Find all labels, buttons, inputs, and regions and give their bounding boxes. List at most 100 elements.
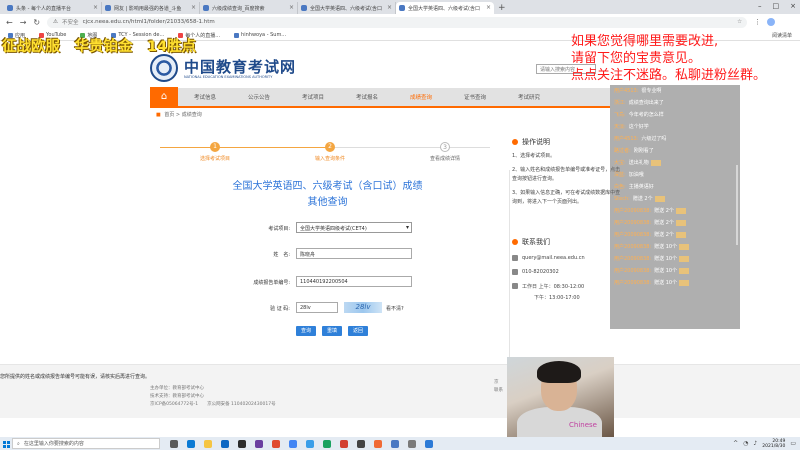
avatar[interactable]: [767, 18, 776, 26]
chat-username[interactable]: 用户20090838:: [614, 232, 651, 238]
chat-message: 用户20090838: 赠送 10个: [610, 253, 740, 265]
minimize-icon[interactable]: –: [758, 2, 762, 10]
chat-username[interactable]: 大宝:: [614, 160, 626, 166]
close-icon[interactable]: ×: [289, 4, 294, 11]
nav-item[interactable]: 考试信息: [178, 93, 232, 101]
browser-tab[interactable]: 网友 | 影响用最强的各道_斗鱼 ×: [102, 2, 200, 14]
chat-text: 今年考的怎么样: [628, 112, 664, 118]
name-input[interactable]: 陈晓舟: [296, 248, 412, 259]
url-input[interactable]: ⚠ 不安全 cjcx.neea.edu.cn/html1/folder/2103…: [47, 16, 748, 28]
chevron-up-icon[interactable]: ^: [733, 440, 738, 447]
new-tab-icon[interactable]: +: [494, 3, 510, 14]
chat-text: 这个好学: [628, 124, 649, 130]
nav-item[interactable]: 考试研究: [502, 93, 556, 101]
chat-username[interactable]: 用户20090838:: [614, 220, 651, 226]
chat-username[interactable]: 用户4513:: [614, 88, 638, 94]
browser-tab[interactable]: 六级成绩查询_百度搜索 ×: [200, 2, 298, 14]
chat-text: 赠送 10个: [654, 280, 678, 286]
app-icon[interactable]: [306, 439, 314, 448]
terminal-icon[interactable]: [238, 439, 246, 448]
windows-start-icon[interactable]: [0, 438, 12, 450]
neea-logo[interactable]: [150, 54, 178, 82]
notification-icon[interactable]: ▭: [790, 440, 796, 447]
nav-item[interactable]: 证书查询: [448, 93, 502, 101]
reset-button[interactable]: 重填: [322, 326, 343, 336]
system-clock[interactable]: 20:49 2021/8/30: [762, 439, 785, 449]
breadcrumb-home[interactable]: 首页: [164, 112, 174, 118]
chat-username[interactable]: 白色:: [614, 184, 626, 190]
store-icon[interactable]: [221, 439, 229, 448]
window-close-icon[interactable]: ×: [790, 2, 796, 10]
nav-item[interactable]: 公示公告: [232, 93, 286, 101]
app-icon[interactable]: [391, 439, 399, 448]
chat-username[interactable]: 路过者:: [614, 148, 631, 154]
tab-favicon-icon: [203, 5, 209, 11]
tab-favicon-icon: [105, 5, 111, 11]
forward-icon[interactable]: →: [20, 18, 27, 27]
stream-caption-right: 如果您觉得哪里需要改进, 请留下您的宝贵意见。 点点关注不迷路。私聊进粉丝群。: [571, 34, 767, 83]
taskbar-search-input[interactable]: ⌕ 在这里输入你要搜索的内容: [12, 438, 160, 449]
chat-username[interactable]: 天淡:: [614, 124, 626, 130]
bookmark-star-icon[interactable]: ☆: [737, 19, 742, 25]
tab-favicon-icon: [301, 5, 307, 11]
chat-username[interactable]: 浙江:: [614, 100, 626, 106]
app-icon[interactable]: [408, 439, 416, 448]
chat-text: 加油哦: [628, 172, 644, 178]
app-icon[interactable]: [357, 439, 365, 448]
close-icon[interactable]: ×: [191, 4, 196, 11]
chat-username[interactable]: 飞鸟:: [614, 112, 626, 118]
home-icon[interactable]: ⌂: [150, 87, 178, 107]
back-icon[interactable]: ←: [6, 18, 13, 27]
browser-tab-active[interactable]: 全国大学英语四、六级考试(含口 ×: [396, 2, 494, 14]
file-explorer-icon[interactable]: [204, 439, 212, 448]
chrome-icon[interactable]: [289, 439, 297, 448]
gift-icon: [675, 219, 686, 226]
close-icon[interactable]: ×: [93, 4, 98, 11]
name-row: 姓 名: 陈晓舟: [220, 248, 470, 262]
app-icon[interactable]: [340, 439, 348, 448]
chat-scrollbar[interactable]: [736, 165, 738, 245]
chat-username[interactable]: Stech:: [614, 196, 630, 202]
network-icon[interactable]: ◔: [743, 440, 748, 447]
captcha-input[interactable]: 28lv: [296, 302, 338, 313]
chat-username[interactable]: 用户20090838:: [614, 268, 651, 274]
app-icon[interactable]: [323, 439, 331, 448]
bookmark-hinhwoya[interactable]: hinhwoya - Sum...: [234, 32, 286, 38]
exam-select[interactable]: 全国大学英语四级考试(CET4): [296, 222, 412, 233]
nav-item[interactable]: 考试报名: [340, 93, 394, 101]
chat-username[interactable]: 深蓝:: [614, 172, 626, 178]
extensions-icon[interactable]: ⋮: [754, 18, 761, 26]
close-icon[interactable]: ×: [486, 4, 491, 11]
site-logo-title[interactable]: 中国教育考试网: [184, 56, 296, 77]
query-button[interactable]: 查询: [296, 326, 317, 336]
ticket-input[interactable]: 110440192200504: [296, 276, 412, 287]
chat-text: 赠送 2个: [654, 220, 674, 226]
breadcrumb-current[interactable]: 成绩查询: [182, 112, 202, 118]
edge-icon[interactable]: [187, 439, 195, 448]
close-icon[interactable]: ×: [387, 4, 392, 11]
captcha-image[interactable]: 28lv: [344, 302, 382, 313]
volume-icon[interactable]: ♪: [753, 440, 757, 447]
app-icon[interactable]: [272, 439, 280, 448]
nav-item[interactable]: 考试项目: [286, 93, 340, 101]
task-view-icon[interactable]: [170, 439, 178, 448]
chat-username[interactable]: 用户20090838:: [614, 280, 651, 286]
nav-item-active[interactable]: 成绩查询: [394, 93, 448, 101]
reload-icon[interactable]: ↻: [33, 18, 40, 27]
chat-username[interactable]: 用户20090838:: [614, 256, 651, 262]
back-button[interactable]: 返回: [348, 326, 369, 336]
app-icon[interactable]: [425, 439, 433, 448]
maximize-icon[interactable]: □: [773, 2, 780, 10]
chat-list: 用户4513: 很专业啊 浙江: 成绩查询出来了 飞鸟: 今年考的怎么样 天淡: 这个好学 用户…: [610, 85, 740, 289]
chat-username[interactable]: 用户20090838:: [614, 208, 651, 214]
browser-tab[interactable]: 全国大学英语四、六级考试(含口 ×: [298, 2, 396, 14]
browser-tab[interactable]: 头条 - 每个人的直播平台 ×: [4, 2, 102, 14]
app-icon[interactable]: [374, 439, 382, 448]
chat-username[interactable]: 用户4513:: [614, 136, 638, 142]
gift-icon: [679, 243, 690, 250]
home-icon: ■: [156, 112, 161, 118]
chat-text: 赠送 10个: [654, 256, 678, 262]
refresh-captcha-link[interactable]: 看不清?: [386, 305, 404, 312]
chat-username[interactable]: 用户20090838:: [614, 244, 651, 250]
app-icon[interactable]: [255, 439, 263, 448]
